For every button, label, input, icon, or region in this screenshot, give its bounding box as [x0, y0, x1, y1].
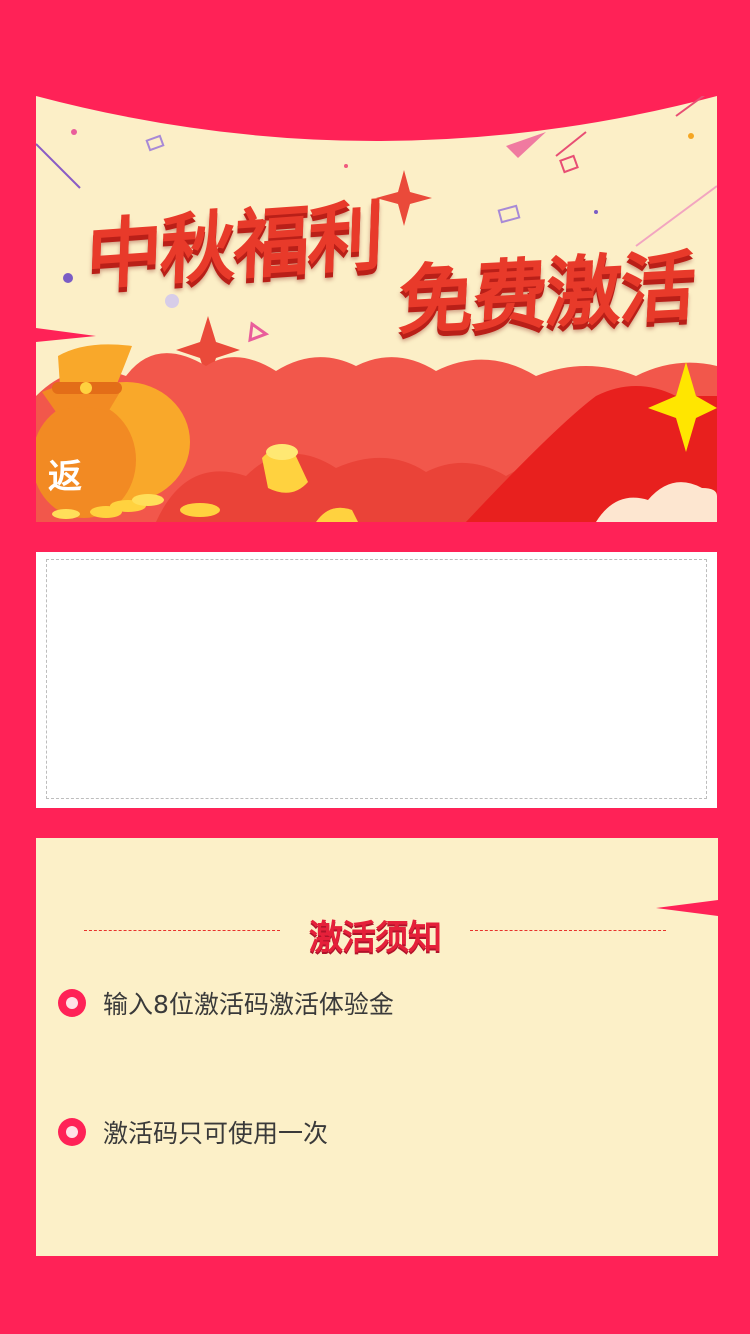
notice-rule-item: 激活码只可使用一次: [58, 1115, 328, 1149]
notice-rule-item: 输入8位激活码激活体验金: [58, 986, 394, 1020]
notice-rule-text: 激活码只可使用一次: [103, 1119, 329, 1148]
notice-rule-text: 输入8位激活码激活体验金: [103, 990, 394, 1019]
bag-label: 返: [48, 457, 82, 497]
promo-banner: 中秋福利 免费激活 返: [36, 96, 717, 522]
bullet-icon: [58, 989, 86, 1017]
activation-notice-panel: 激活须知: [36, 838, 718, 1256]
banner-title-right: 免费激活: [395, 241, 697, 346]
bullet-icon: [58, 1118, 86, 1146]
banner-title-left: 中秋福利: [84, 190, 384, 301]
title-divider-right: [470, 930, 666, 931]
notice-title: 激活须知: [309, 918, 442, 958]
notice-title-row: 激活须知: [84, 908, 666, 958]
activation-code-input[interactable]: [46, 559, 707, 799]
activation-code-card: [36, 552, 717, 808]
